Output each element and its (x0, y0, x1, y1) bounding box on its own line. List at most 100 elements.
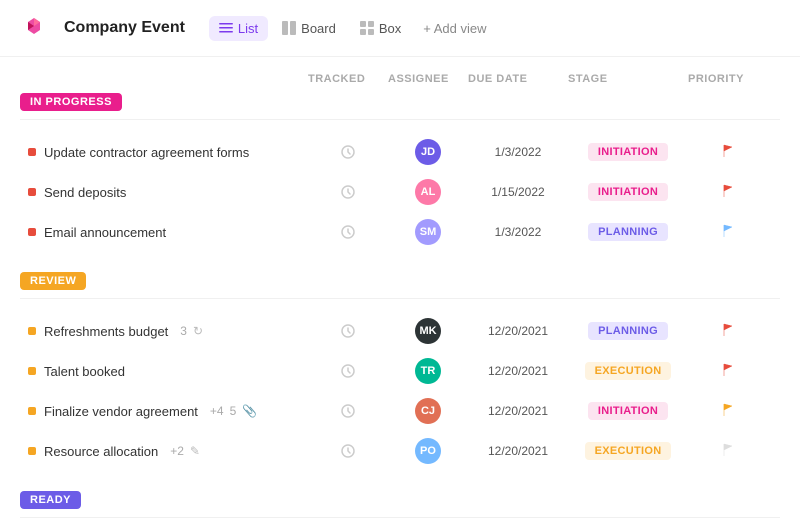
stage-cell: EXECUTION (568, 362, 688, 380)
stage-cell: PLANNING (568, 322, 688, 340)
main-content: TRACKED ASSIGNEE DUE DATE STAGE PRIORITY… (0, 57, 800, 531)
col-assignee: ASSIGNEE (388, 73, 468, 85)
tracked-cell[interactable] (308, 323, 388, 339)
due-date: 1/3/2022 (468, 225, 568, 239)
table-row[interactable]: Finalize vendor agreement +45📎 CJ12/20/20… (20, 391, 780, 431)
priority-cell (688, 403, 768, 420)
assignee-cell: CJ (388, 398, 468, 424)
stage-badge: EXECUTION (585, 442, 672, 460)
task-dot (28, 148, 36, 156)
priority-flag-icon (721, 363, 735, 380)
add-view-button[interactable]: + Add view (415, 16, 494, 41)
stage-badge: EXECUTION (585, 362, 672, 380)
tracked-cell[interactable] (308, 443, 388, 459)
priority-flag-icon (721, 323, 735, 340)
task-dot (28, 407, 36, 415)
meta-count: 5 (230, 404, 237, 418)
tracked-cell[interactable] (308, 224, 388, 240)
task-name-cell: Refreshments budget3↻ (28, 324, 308, 339)
avatar: MK (415, 318, 441, 344)
assignee-cell: TR (388, 358, 468, 384)
priority-flag-icon (721, 144, 735, 161)
tab-box[interactable]: Box (350, 16, 411, 41)
due-date: 12/20/2021 (468, 444, 568, 458)
task-dot (28, 188, 36, 196)
task-name-cell: Send deposits (28, 185, 308, 200)
task-name: Resource allocation (44, 444, 158, 459)
due-date: 12/20/2021 (468, 404, 568, 418)
stage-cell: INITIATION (568, 143, 688, 161)
section-review: REVIEWRefreshments budget3↻ MK12/20/2021… (20, 272, 780, 471)
meta-count: 3 (180, 324, 187, 338)
assignee-cell: MK (388, 318, 468, 344)
tracked-cell[interactable] (308, 363, 388, 379)
box-icon (360, 21, 374, 35)
assignee-cell: PO (388, 438, 468, 464)
meta-count: +2 (170, 444, 184, 458)
avatar: JD (415, 139, 441, 165)
section-divider (20, 298, 780, 299)
col-stage: STAGE (568, 73, 688, 85)
col-tracked: TRACKED (308, 73, 388, 85)
tracked-cell[interactable] (308, 144, 388, 160)
stage-cell: INITIATION (568, 183, 688, 201)
col-priority: PRIORITY (688, 73, 768, 85)
task-dot (28, 447, 36, 455)
table-row[interactable]: Talent booked TR12/20/2021EXECUTION (20, 351, 780, 391)
table-row[interactable]: Update contractor agreement forms JD 1/3/… (20, 132, 780, 172)
task-dot (28, 327, 36, 335)
tracked-icon (340, 403, 356, 419)
tracked-icon (340, 443, 356, 459)
task-name-cell: Finalize vendor agreement +45📎 (28, 404, 308, 419)
col-task (52, 73, 308, 85)
flag-svg (721, 144, 735, 158)
priority-cell (688, 363, 768, 380)
task-name-cell: Update contractor agreement forms (28, 145, 308, 160)
due-date: 1/15/2022 (468, 185, 568, 199)
avatar: SM (415, 219, 441, 245)
column-headers: TRACKED ASSIGNEE DUE DATE STAGE PRIORITY (20, 73, 780, 93)
table-row[interactable]: Resource allocation +2 ✎ PO 12/20/2021 EXECU… (20, 431, 780, 471)
table-row[interactable]: Refreshments budget3↻ MK12/20/2021PLANNI… (20, 311, 780, 351)
avatar: PO (415, 438, 441, 464)
section-header: READY (20, 491, 780, 509)
task-name-cell: Email announcement (28, 225, 308, 240)
section-header: IN PROGRESS (20, 93, 780, 111)
due-date: 1/3/2022 (468, 145, 568, 159)
project-title: Company Event (64, 19, 185, 37)
task-dot (28, 367, 36, 375)
tracked-icon (340, 323, 356, 339)
task-name: Finalize vendor agreement (44, 404, 198, 419)
flag-svg (721, 363, 735, 377)
table-row[interactable]: Send deposits AL 1/15/2022INITIATION (20, 172, 780, 212)
section-divider (20, 119, 780, 120)
table-row[interactable]: Email announcement SM1/3/2022PLANNING (20, 212, 780, 252)
tab-board[interactable]: Board (272, 16, 346, 41)
meta-icon: ↻ (193, 324, 203, 338)
task-name: Email announcement (44, 225, 166, 240)
header: Company Event List Board Box (0, 0, 800, 57)
assignee-cell: JD (388, 139, 468, 165)
task-meta: +2 ✎ (170, 444, 200, 458)
assignee-cell: SM (388, 219, 468, 245)
tab-list[interactable]: List (209, 16, 268, 41)
board-icon (282, 21, 296, 35)
priority-flag-icon (721, 184, 735, 201)
tracked-cell[interactable] (308, 184, 388, 200)
stage-badge: INITIATION (588, 143, 668, 161)
task-dot (28, 228, 36, 236)
task-name: Update contractor agreement forms (44, 145, 249, 160)
col-due-date: DUE DATE (468, 73, 568, 85)
nav-tabs: List Board Box + Add view (209, 16, 495, 41)
task-meta: +45📎 (210, 404, 257, 418)
task-name: Talent booked (44, 364, 125, 379)
flag-svg (721, 224, 735, 238)
meta-icon: ✎ (190, 444, 200, 458)
avatar: AL (415, 179, 441, 205)
flag-svg (721, 323, 735, 337)
section-badge: READY (20, 491, 81, 509)
tracked-cell[interactable] (308, 403, 388, 419)
section-ready: READYUpdate website BW12/20/2021PLANNING… (20, 491, 780, 531)
sections-container: IN PROGRESS Update contractor agreement f… (20, 93, 780, 531)
task-name-cell: Talent booked (28, 364, 308, 379)
